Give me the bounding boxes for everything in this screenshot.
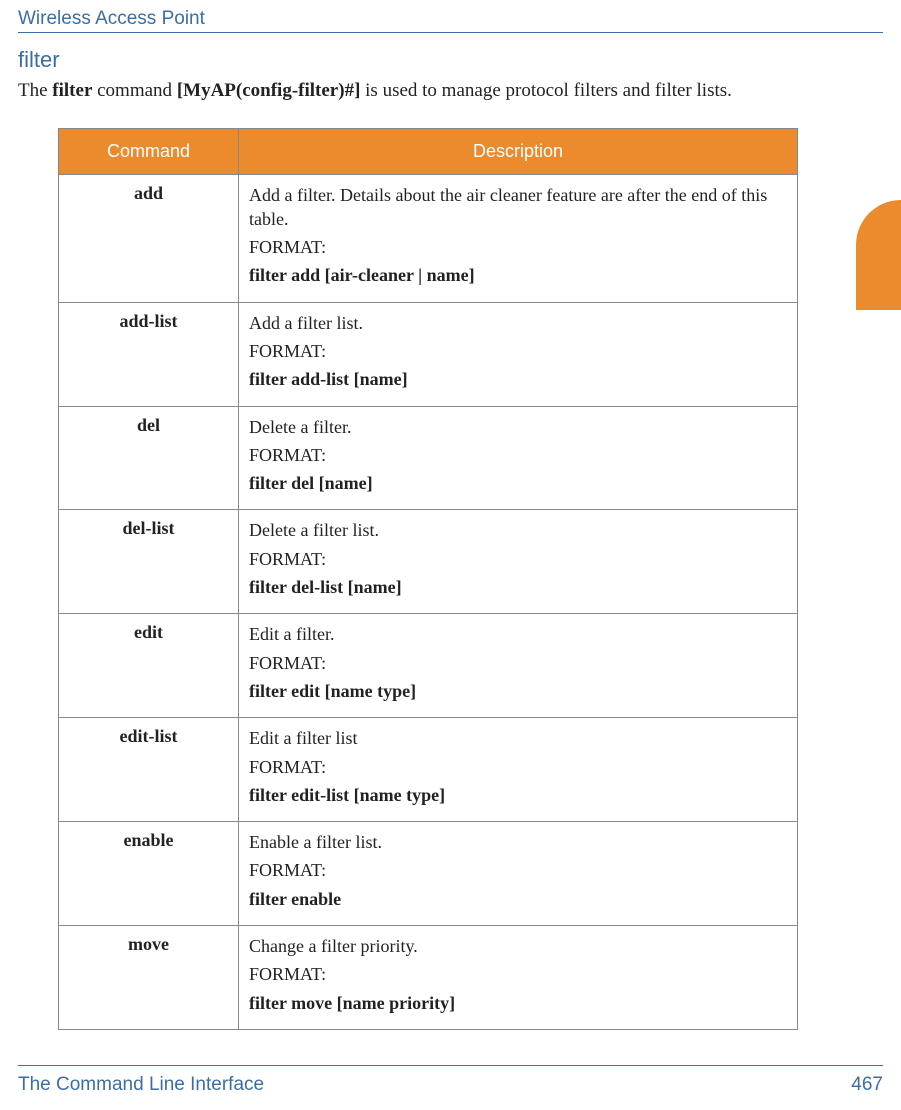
command-cell: del (59, 406, 239, 510)
desc-text: Edit a filter. (249, 622, 787, 646)
description-cell: Add a filter list. FORMAT: filter add-li… (239, 302, 798, 406)
format-text: filter enable (249, 887, 787, 911)
format-text: filter del [name] (249, 471, 787, 495)
intro-text-post: is used to manage protocol filters and f… (360, 80, 731, 101)
footer-rule (18, 1065, 883, 1066)
description-cell: Change a filter priority. FORMAT: filter… (239, 926, 798, 1030)
footer-page-number: 467 (851, 1074, 883, 1096)
format-label: FORMAT: (249, 962, 787, 986)
desc-text: Change a filter priority. (249, 934, 787, 958)
table-row: add-list Add a filter list. FORMAT: filt… (59, 302, 798, 406)
format-label: FORMAT: (249, 443, 787, 467)
description-cell: Delete a filter list. FORMAT: filter del… (239, 510, 798, 614)
table-row: edit-list Edit a filter list FORMAT: fil… (59, 718, 798, 822)
side-tab-decoration (856, 200, 901, 310)
intro-bold-filter: filter (52, 80, 92, 101)
description-cell: Enable a filter list. FORMAT: filter ena… (239, 822, 798, 926)
table-row: edit Edit a filter. FORMAT: filter edit … (59, 614, 798, 718)
desc-text: Enable a filter list. (249, 830, 787, 854)
intro-paragraph: The filter command [MyAP(config-filter)#… (0, 73, 901, 106)
command-table-wrap: Command Description add Add a filter. De… (58, 128, 798, 1030)
description-cell: Edit a filter list FORMAT: filter edit-l… (239, 718, 798, 822)
description-cell: Edit a filter. FORMAT: filter edit [name… (239, 614, 798, 718)
format-label: FORMAT: (249, 651, 787, 675)
intro-text-mid: command (92, 80, 176, 101)
format-label: FORMAT: (249, 339, 787, 363)
table-row: del-list Delete a filter list. FORMAT: f… (59, 510, 798, 614)
desc-text: Add a filter. Details about the air clea… (249, 183, 787, 232)
section-title: filter (0, 33, 901, 73)
page-footer: The Command Line Interface 467 (18, 1074, 883, 1096)
command-cell: edit (59, 614, 239, 718)
format-label: FORMAT: (249, 858, 787, 882)
format-text: filter edit [name type] (249, 679, 787, 703)
desc-text: Add a filter list. (249, 311, 787, 335)
desc-text: Delete a filter. (249, 415, 787, 439)
command-cell: move (59, 926, 239, 1030)
description-cell: Add a filter. Details about the air clea… (239, 174, 798, 302)
command-cell: add-list (59, 302, 239, 406)
footer-left-text: The Command Line Interface (18, 1074, 264, 1096)
format-text: filter add-list [name] (249, 367, 787, 391)
format-text: filter del-list [name] (249, 575, 787, 599)
command-table: Command Description add Add a filter. De… (58, 128, 798, 1030)
command-cell: edit-list (59, 718, 239, 822)
desc-text: Delete a filter list. (249, 518, 787, 542)
format-label: FORMAT: (249, 755, 787, 779)
format-text: filter add [air-cleaner | name] (249, 263, 787, 287)
intro-text-pre: The (18, 80, 52, 101)
format-label: FORMAT: (249, 235, 787, 259)
command-cell: add (59, 174, 239, 302)
table-row: del Delete a filter. FORMAT: filter del … (59, 406, 798, 510)
format-text: filter edit-list [name type] (249, 783, 787, 807)
page-header-title: Wireless Access Point (0, 0, 901, 30)
table-row: enable Enable a filter list. FORMAT: fil… (59, 822, 798, 926)
format-label: FORMAT: (249, 547, 787, 571)
format-text: filter move [name priority] (249, 991, 787, 1015)
table-row: move Change a filter priority. FORMAT: f… (59, 926, 798, 1030)
desc-text: Edit a filter list (249, 726, 787, 750)
table-header-description: Description (239, 128, 798, 174)
table-row: add Add a filter. Details about the air … (59, 174, 798, 302)
table-header-command: Command (59, 128, 239, 174)
command-cell: del-list (59, 510, 239, 614)
description-cell: Delete a filter. FORMAT: filter del [nam… (239, 406, 798, 510)
command-cell: enable (59, 822, 239, 926)
intro-bold-prompt: [MyAP(config-filter)#] (177, 80, 361, 101)
